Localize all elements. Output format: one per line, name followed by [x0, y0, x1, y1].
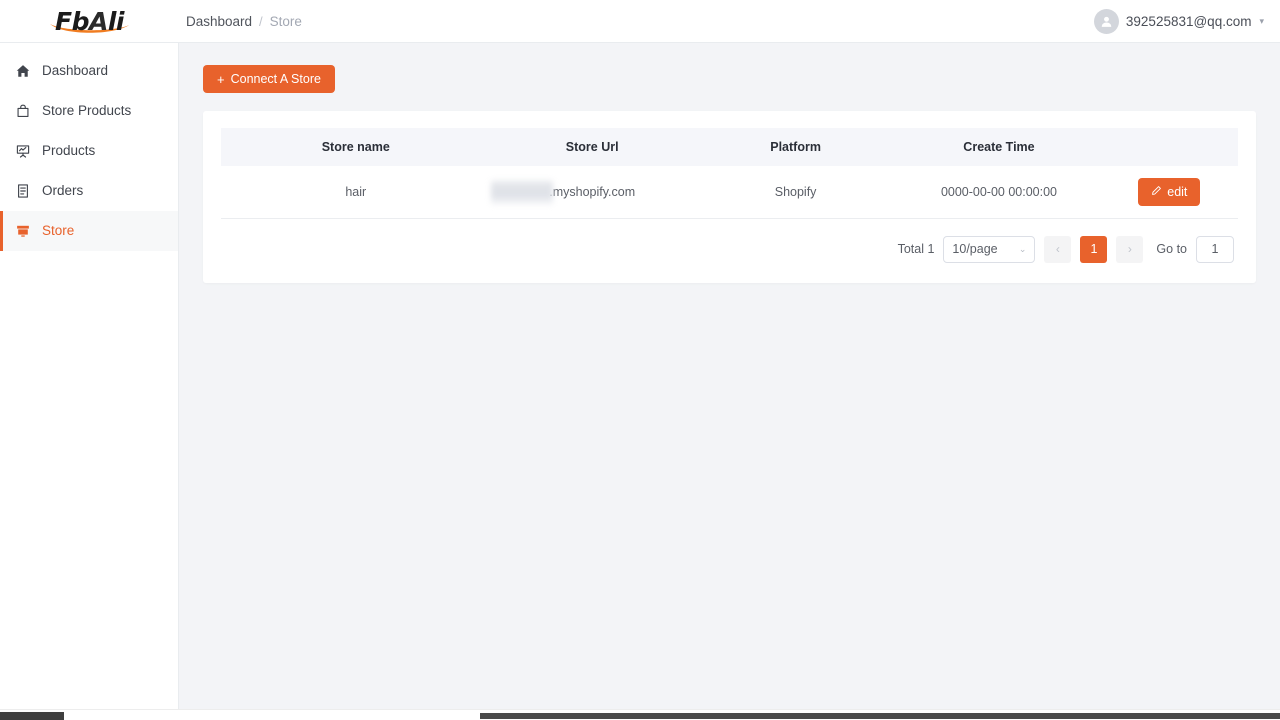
- sidebar-item-dashboard[interactable]: Dashboard: [0, 51, 178, 91]
- user-email-label: 392525831@qq.com: [1125, 13, 1252, 29]
- presentation-board-icon: [14, 143, 31, 160]
- cell-actions: edit: [1100, 166, 1238, 219]
- app-root: FbAli Dashboard / Store 392525831@qq.com…: [0, 0, 1280, 720]
- sidebar-item-label: Dashboard: [42, 63, 109, 79]
- cell-store-name: hair: [221, 166, 491, 219]
- breadcrumb-item-store: Store: [269, 13, 302, 29]
- scrollbar-thumb[interactable]: [480, 713, 1280, 719]
- sidebar-item-orders[interactable]: Orders: [0, 171, 178, 211]
- pagination-prev-button[interactable]: ‹: [1044, 235, 1072, 263]
- stores-table-body: hair .myshopify.com Shopify 0000-00-00 0…: [221, 166, 1238, 219]
- sidebar-item-label: Products: [42, 143, 96, 159]
- logo-graphic: FbAli: [40, 5, 140, 37]
- breadcrumb-item-dashboard[interactable]: Dashboard: [186, 14, 252, 29]
- sidebar-item-label: Store: [42, 223, 75, 239]
- sidebar-item-store[interactable]: Store: [0, 211, 178, 251]
- chevron-right-icon: ›: [1127, 242, 1132, 256]
- plus-icon: +: [217, 71, 225, 87]
- sidebar-item-label: Orders: [42, 183, 84, 199]
- sidebar-nav: Dashboard Store Products Products Orders…: [0, 43, 179, 720]
- column-header-actions: [1100, 128, 1238, 166]
- top-header: FbAli Dashboard / Store 392525831@qq.com…: [0, 0, 1280, 43]
- logo-text-li: li: [107, 6, 125, 36]
- page-size-select[interactable]: 10/page ⌄: [943, 235, 1036, 263]
- shopping-bag-icon: [14, 103, 31, 120]
- pagination-next-button[interactable]: ›: [1116, 235, 1144, 263]
- page-size-value: 10/page: [952, 242, 998, 256]
- column-header-store-name: Store name: [221, 128, 491, 166]
- chevron-down-icon: ⌄: [1018, 243, 1027, 254]
- sidebar-item-label: Store Products: [42, 103, 132, 119]
- pagination-page-label: 1: [1090, 242, 1098, 256]
- store-url-text: .myshopify.com: [549, 184, 636, 199]
- edit-button[interactable]: edit: [1138, 177, 1201, 206]
- user-menu[interactable]: 392525831@qq.com ▾: [1093, 8, 1280, 34]
- pencil-icon: [1151, 185, 1162, 199]
- sidebar-item-store-products[interactable]: Store Products: [0, 91, 178, 131]
- table-header-row: Store name Store Url Platform Create Tim…: [221, 128, 1238, 166]
- stores-table-head: Store name Store Url Platform Create Tim…: [221, 128, 1238, 166]
- storefront-icon: [14, 223, 31, 240]
- redaction-overlay: [491, 178, 554, 205]
- chevron-left-icon: ‹: [1055, 242, 1060, 256]
- pagination-goto-input[interactable]: [1196, 235, 1234, 263]
- pagination-goto-label: Go to: [1156, 242, 1187, 256]
- column-header-store-url: Store Url: [490, 128, 694, 166]
- pagination-page-1[interactable]: 1: [1080, 235, 1108, 263]
- page-body: Dashboard Store Products Products Orders…: [0, 43, 1280, 720]
- pagination-total: Total 1: [897, 242, 935, 256]
- horizontal-scrollbar[interactable]: [0, 709, 1280, 720]
- logo-text-a: A: [88, 6, 108, 36]
- column-header-create-time: Create Time: [897, 128, 1101, 166]
- user-icon: [1101, 16, 1112, 27]
- scrollbar-thumb-left[interactable]: [0, 712, 64, 720]
- connect-a-store-button[interactable]: + Connect A Store: [203, 65, 335, 93]
- table-row: hair .myshopify.com Shopify 0000-00-00 0…: [221, 166, 1238, 219]
- sidebar-item-products[interactable]: Products: [0, 131, 178, 171]
- avatar: [1093, 8, 1119, 34]
- breadcrumb: Dashboard / Store: [186, 14, 302, 29]
- pagination: Total 1 10/page ⌄ ‹ 1 › Go to: [221, 219, 1238, 271]
- chevron-down-icon: ▾: [1259, 15, 1264, 26]
- brand-logo[interactable]: FbAli: [0, 0, 179, 43]
- home-icon: [14, 63, 31, 80]
- edit-label: edit: [1167, 184, 1188, 199]
- breadcrumb-separator: /: [259, 13, 263, 29]
- cell-store-url: .myshopify.com: [490, 166, 694, 219]
- logo-text-fb: Fb: [55, 6, 89, 36]
- store-url-wrapper: .myshopify.com: [491, 178, 636, 205]
- column-header-platform: Platform: [693, 128, 898, 166]
- main-content: + Connect A Store Store name Store Url P…: [179, 43, 1280, 720]
- cell-platform: Shopify: [693, 166, 898, 219]
- document-list-icon: [14, 183, 31, 200]
- cell-create-time: 0000-00-00 00:00:00: [897, 166, 1101, 219]
- stores-card: Store name Store Url Platform Create Tim…: [203, 111, 1256, 283]
- stores-table: Store name Store Url Platform Create Tim…: [221, 128, 1238, 219]
- logo-wordmark: FbAli: [55, 9, 124, 34]
- connect-a-store-label: Connect A Store: [230, 71, 321, 86]
